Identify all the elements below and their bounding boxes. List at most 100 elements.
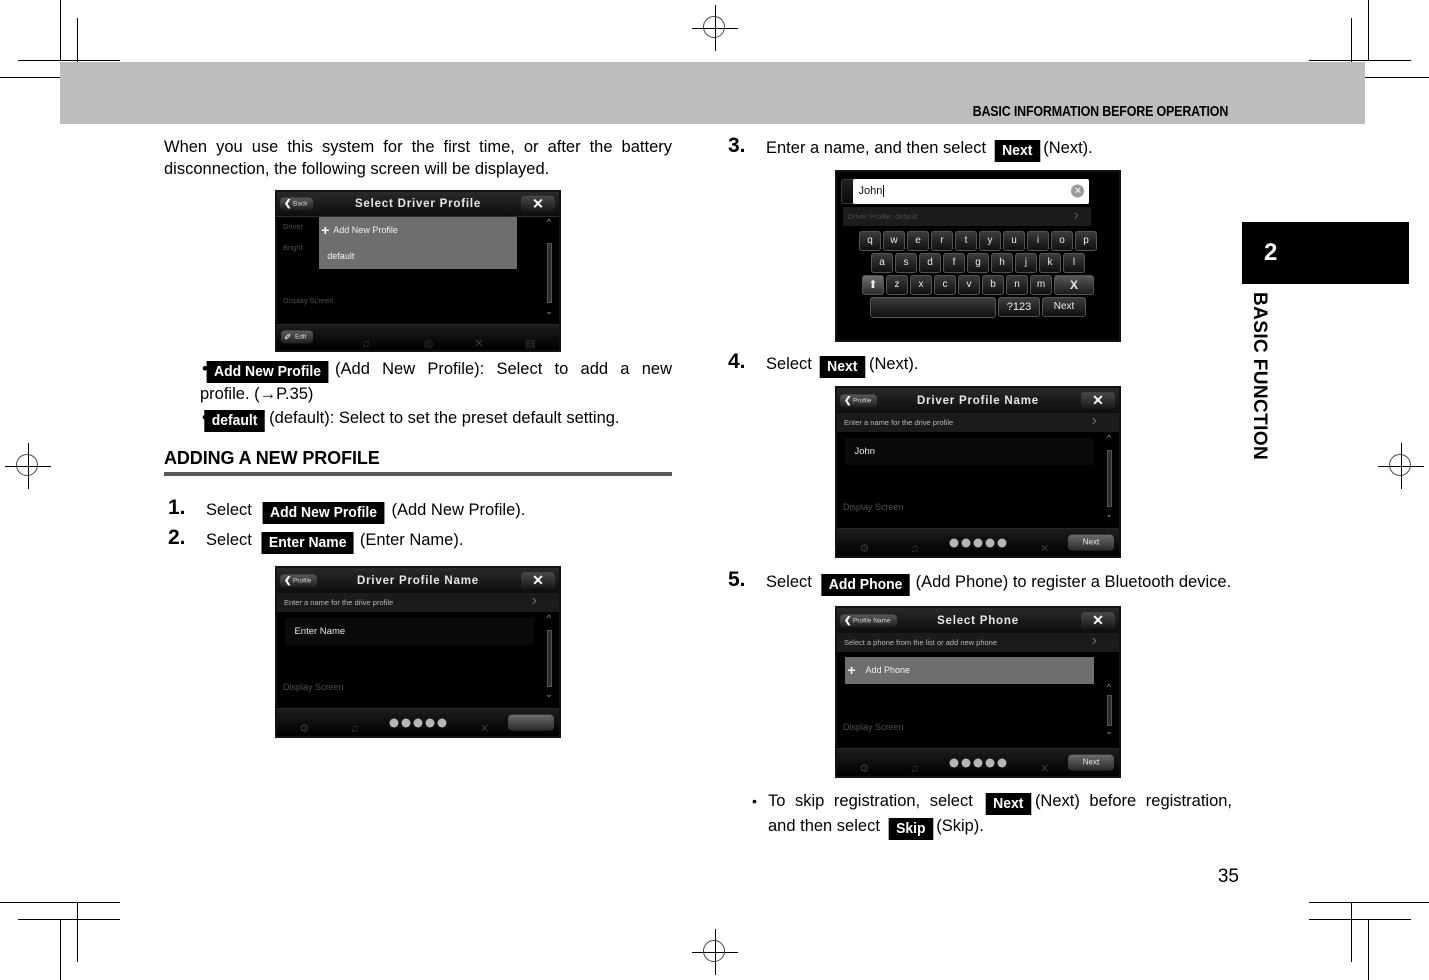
close-x-icon[interactable]: ✕ (521, 571, 555, 590)
step-text-post: (Add Phone) to register a Bluetooth devi… (915, 573, 1232, 591)
crop-mark-line (1351, 902, 1352, 962)
scrollbar[interactable] (547, 630, 552, 688)
name-input[interactable]: John ✕ (852, 178, 1090, 204)
key-x[interactable]: x (910, 274, 932, 295)
close-x-icon[interactable]: ✕ (521, 195, 555, 213)
step-text-post: (Next). (868, 355, 919, 373)
scrollbar[interactable] (547, 242, 552, 303)
key-label-add-new-profile: Add New Profile (206, 361, 329, 383)
ghost-icon: ✕ (1040, 763, 1050, 776)
key-t[interactable]: t (955, 230, 977, 251)
scroll-up-icon[interactable]: ^ (1103, 433, 1115, 443)
ghost-icon: ♫ (350, 723, 359, 736)
close-x-icon[interactable]: ✕ (1081, 391, 1115, 410)
key-o[interactable]: o (1051, 230, 1073, 251)
key-u[interactable]: u (1003, 230, 1025, 251)
key-y[interactable]: y (979, 230, 1001, 251)
edit-button[interactable]: Edit (281, 330, 314, 344)
next-button[interactable]: Next (1068, 534, 1114, 551)
shift-arrow-up-icon[interactable]: ⬆ (862, 274, 884, 295)
key-w[interactable]: w (883, 230, 905, 251)
key-s[interactable]: s (895, 252, 917, 273)
screen-titlebar: Back Select Driver Profile ✕ (277, 192, 559, 217)
space-key[interactable] (870, 296, 996, 318)
screen-title: Driver Profile Name (357, 574, 479, 587)
screen-title: Driver Profile Name (917, 394, 1039, 407)
clear-circle-x-icon[interactable]: ✕ (1071, 184, 1085, 198)
progress-dots (949, 758, 1007, 768)
step-number: 4. (728, 350, 746, 373)
chapter-tab: 2 (1242, 222, 1409, 284)
symbols-key[interactable]: ?123 (998, 296, 1040, 317)
key-label-next: Next (820, 356, 866, 378)
list-item-add-phone[interactable]: Add Phone (845, 657, 1093, 684)
delete-key[interactable]: X (1054, 274, 1094, 295)
scroll-up-icon[interactable]: ^ (543, 613, 555, 623)
scroll-down-icon[interactable]: ⌄ (1103, 509, 1115, 520)
crop-mark-line (77, 902, 78, 962)
figure-driver-profile-name-filled: Profile Driver Profile Name ✕ Enter a na… (835, 386, 1121, 558)
keyboard-row-2: a s d f g h j k l (837, 252, 1119, 273)
scrollbar[interactable] (1107, 695, 1112, 726)
scroll-down-icon[interactable]: ⌄ (543, 306, 555, 317)
figure-select-phone: Profile Name Select Phone ✕ Select a pho… (835, 606, 1121, 778)
note-text-post: (Skip). (936, 817, 984, 835)
chapter-name: BASIC FUNCTION (1249, 292, 1270, 461)
list-item-default[interactable]: default (319, 243, 516, 269)
key-c[interactable]: c (934, 274, 956, 295)
key-q[interactable]: q (859, 230, 881, 251)
key-l[interactable]: l (1063, 252, 1085, 273)
close-x-icon[interactable]: ✕ (1081, 611, 1115, 630)
ghost-icon: ♫ (910, 763, 919, 776)
key-j[interactable]: j (1015, 252, 1037, 273)
key-h[interactable]: h (991, 252, 1013, 273)
key-k[interactable]: k (1039, 252, 1061, 273)
screen-title: Select Driver Profile (354, 197, 482, 210)
note-text-pre: To skip registration, select (768, 792, 973, 810)
profile-list: Add New Profile default (319, 217, 517, 270)
screen-subline: Select a phone from the list or add new … (837, 633, 1119, 652)
scroll-down-icon[interactable]: ⌄ (1103, 726, 1115, 737)
step-text-post: (Add New Profile). (391, 501, 526, 519)
key-m[interactable]: m (1030, 274, 1052, 295)
key-f[interactable]: f (943, 252, 965, 273)
ghost-row: Display Screen (283, 682, 344, 693)
key-z[interactable]: z (886, 274, 908, 295)
scroll-down-icon[interactable]: ⌄ (543, 689, 555, 700)
step-number: 1. (168, 496, 186, 519)
intro-paragraph: When you use this system for the first t… (164, 138, 672, 178)
scrollbar[interactable] (1107, 450, 1112, 508)
key-d[interactable]: d (919, 252, 941, 273)
list-item-add-new-profile[interactable]: Add New Profile (319, 217, 516, 243)
step-2: 2. Select Enter Name (Enter Name). (164, 526, 672, 554)
figure-select-driver-profile: Back Select Driver Profile ✕ Driver Brig… (275, 190, 561, 352)
key-i[interactable]: i (1027, 230, 1049, 251)
step-number: 3. (728, 134, 746, 157)
next-key[interactable]: Next (1042, 296, 1086, 317)
key-e[interactable]: e (907, 230, 929, 251)
name-field[interactable]: John (845, 438, 1094, 466)
keyboard-row-4: ?123 Next (837, 296, 1119, 318)
page-header-title: BASIC INFORMATION BEFORE OPERATION (972, 104, 1228, 120)
key-g[interactable]: g (967, 252, 989, 273)
section-heading: ADDING A NEW PROFILE (164, 448, 380, 468)
name-field[interactable]: Enter Name (285, 618, 534, 646)
key-p[interactable]: p (1075, 230, 1097, 251)
key-a[interactable]: a (871, 252, 893, 273)
bullet-text: (default): Select to set the preset defa… (269, 409, 620, 427)
step-text-post: (Enter Name). (359, 531, 464, 549)
next-button[interactable]: Next (1068, 754, 1114, 771)
key-label-next: Next (986, 793, 1032, 815)
key-v[interactable]: v (958, 274, 980, 295)
bullet-add-new-profile: Add New Profile(Add New Profile): Select… (164, 358, 672, 405)
crop-mark-line (1309, 60, 1411, 61)
key-b[interactable]: b (982, 274, 1004, 295)
key-label-add-new-profile: Add New Profile (263, 502, 385, 524)
ghost-icon: ◎ (423, 337, 434, 350)
crop-mark-line (60, 0, 61, 60)
next-button[interactable] (508, 714, 554, 731)
key-n[interactable]: n (1006, 274, 1028, 295)
scroll-up-icon[interactable]: ^ (1103, 682, 1115, 692)
key-r[interactable]: r (931, 230, 953, 251)
scroll-up-icon[interactable]: ^ (543, 217, 555, 227)
